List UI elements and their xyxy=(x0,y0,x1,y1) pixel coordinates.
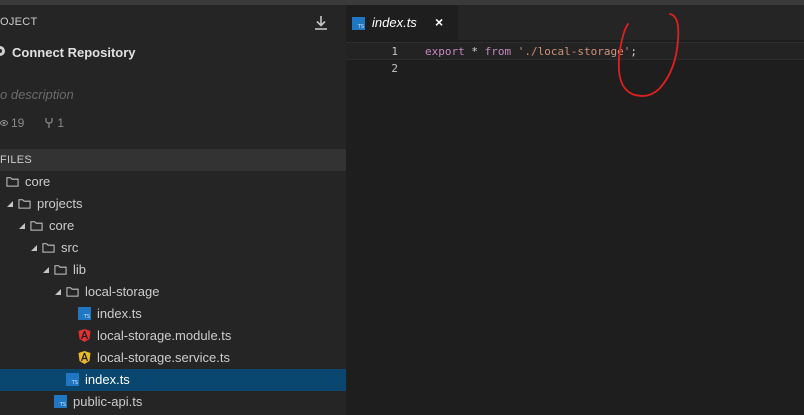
tree-item-core[interactable]: core xyxy=(0,215,346,237)
project-description: o description xyxy=(0,87,74,102)
code-line[interactable]: 2 xyxy=(346,60,804,78)
tree-item-core[interactable]: core xyxy=(0,171,346,193)
forks-stat: 1 xyxy=(44,116,64,130)
chevron-down-icon[interactable] xyxy=(18,222,26,230)
tree-item-label: projects xyxy=(37,196,83,211)
download-icon[interactable] xyxy=(313,14,329,32)
tree-item-local-storage-module-ts[interactable]: local-storage.module.ts xyxy=(0,325,346,347)
github-icon xyxy=(0,46,5,56)
eye-icon xyxy=(0,120,8,126)
chevron-down-icon[interactable] xyxy=(6,200,14,208)
forks-count: 1 xyxy=(57,116,65,130)
tree-item-local-storage-service-ts[interactable]: local-storage.service.ts xyxy=(0,347,346,369)
folder-icon xyxy=(30,221,43,231)
typescript-file-icon xyxy=(352,17,365,30)
tree-item-lib[interactable]: lib xyxy=(0,259,346,281)
code-line[interactable]: 1 export * from './local-storage'; xyxy=(346,42,804,60)
code-text: export * from './local-storage'; xyxy=(425,45,637,58)
angular-icon xyxy=(78,351,91,364)
project-title: OJECT xyxy=(0,16,38,28)
typescript-file-icon xyxy=(66,373,79,386)
code-token: from xyxy=(484,45,512,58)
tree-item-public-api-ts[interactable]: public-api.ts xyxy=(0,391,346,413)
project-header: OJECT xyxy=(0,5,346,37)
watchers-stat: 19 xyxy=(0,116,24,130)
tree-item-local-storage[interactable]: local-storage xyxy=(0,281,346,303)
line-number: 2 xyxy=(391,62,398,75)
tree-item-label: lib xyxy=(73,262,87,277)
typescript-file-icon xyxy=(78,307,91,320)
tree-item-label: core xyxy=(49,218,75,233)
tree-item-projects[interactable]: projects xyxy=(0,193,346,215)
code-lines[interactable]: 1 export * from './local-storage'; 2 xyxy=(346,42,804,78)
code-token: './local-storage' xyxy=(517,45,631,58)
tree-item-label: local-storage.module.ts xyxy=(97,328,232,343)
typescript-file-icon xyxy=(54,395,67,408)
files-section-header[interactable]: FILES xyxy=(0,149,346,171)
code-token: ; xyxy=(630,45,637,58)
tab-label: index.ts xyxy=(372,15,417,30)
connect-repository-button[interactable]: Connect Repository xyxy=(0,41,136,63)
line-number: 1 xyxy=(391,45,398,58)
folder-icon xyxy=(54,265,67,275)
folder-icon xyxy=(42,243,55,253)
tree-item-label: index.ts xyxy=(85,372,130,387)
tree-item-label: local-storage.service.ts xyxy=(97,350,230,365)
tree-item-label: index.ts xyxy=(97,306,142,321)
chevron-down-icon[interactable] xyxy=(30,244,38,252)
chevron-down-icon[interactable] xyxy=(54,288,62,296)
fork-icon xyxy=(45,118,53,128)
tree-item-label: src xyxy=(61,240,79,255)
watchers-count: 19 xyxy=(11,116,25,130)
chevron-down-icon[interactable] xyxy=(42,266,50,274)
angular-icon xyxy=(78,329,91,342)
tab-index-ts[interactable]: index.ts × xyxy=(346,5,458,40)
connect-repository-label: Connect Repository xyxy=(12,44,136,60)
file-tree: core projects core src lib local-storage index… xyxy=(0,171,346,413)
tree-item-label: public-api.ts xyxy=(73,394,143,409)
editor-area: index.ts × 1 export * from './local-stora… xyxy=(346,5,804,415)
folder-icon xyxy=(18,199,31,209)
tree-item-index-ts[interactable]: index.ts xyxy=(0,369,346,391)
code-token: export xyxy=(425,45,465,58)
folder-icon xyxy=(66,287,79,297)
tree-item-src[interactable]: src xyxy=(0,237,346,259)
editor-tab-bar: index.ts × xyxy=(346,5,804,40)
repo-stats: 19 1 xyxy=(0,116,84,130)
code-token: * xyxy=(464,45,485,58)
files-label: FILES xyxy=(0,154,33,166)
project-sidebar: OJECT Connect Repository o description 1… xyxy=(0,5,346,415)
tree-item-label: local-storage xyxy=(85,284,160,299)
tree-item-label: core xyxy=(25,174,51,189)
tree-item-index-ts[interactable]: index.ts xyxy=(0,303,346,325)
close-icon[interactable]: × xyxy=(435,14,443,30)
folder-icon xyxy=(6,177,19,187)
